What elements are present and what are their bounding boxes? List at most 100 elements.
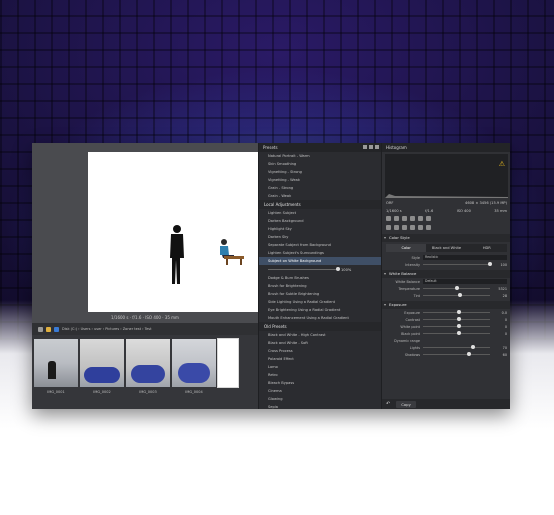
exposure-slider[interactable] (423, 352, 490, 356)
temperature-label: Temperature (398, 286, 420, 291)
style-select[interactable]: Realistic (423, 255, 507, 260)
tint-slider[interactable] (423, 293, 490, 297)
preset-item[interactable]: Grain - Weak (259, 192, 382, 200)
temperature-row: Temperature 5321 (382, 285, 510, 292)
exposure-slider[interactable] (423, 310, 490, 314)
exposure-slider[interactable] (423, 317, 490, 321)
thumbnail-caption: IMG_0004 (185, 390, 203, 394)
brush-icon[interactable] (394, 225, 399, 230)
preset-item[interactable]: Darken Sky (259, 233, 382, 241)
preset-item[interactable]: Mouth Enhancement Using a Radial Gradien… (259, 314, 382, 322)
retouch-icon[interactable] (418, 225, 423, 230)
preset-item[interactable]: Black and White - High Contrast (259, 331, 382, 339)
preset-item[interactable]: Glowing (259, 395, 382, 403)
temperature-value: 5321 (498, 286, 507, 291)
tab-hdr[interactable]: HDR (467, 244, 507, 252)
radial-icon[interactable] (410, 225, 415, 230)
exposure-value: 60 (502, 352, 507, 357)
preset-item[interactable]: Darken Background (259, 217, 382, 225)
monitor-icon[interactable] (54, 326, 59, 332)
rotate-left-icon[interactable] (386, 216, 391, 221)
preset-item[interactable]: Black and White - Soft (259, 339, 382, 347)
rotate-right-icon[interactable] (394, 216, 399, 221)
preset-item[interactable]: Natural Portrait - Warm (259, 152, 382, 160)
preset-item[interactable]: Dodge & Burn Brushes (259, 274, 382, 282)
add-preset-icon[interactable] (363, 145, 367, 149)
tools-panel: Histogram ⚠ ORF 4608 × 3456 (15.9 MP) 1/… (381, 143, 510, 409)
undo-icon[interactable] (369, 145, 373, 149)
exif-size: 4608 × 3456 (15.9 MP) (465, 201, 507, 205)
tint-row: Tint 28 (382, 292, 510, 299)
group-local-adjustments[interactable]: Local Adjustments (259, 200, 382, 209)
intensity-slider[interactable] (423, 262, 492, 266)
color-style-header[interactable]: Color Style (382, 234, 510, 242)
photo-canvas[interactable] (88, 152, 258, 312)
undo-icon[interactable]: ↶ (386, 401, 390, 407)
temperature-slider[interactable] (423, 286, 490, 290)
exposure-slider[interactable] (423, 324, 490, 328)
exposure-value: 0 (504, 324, 507, 329)
grid-icon[interactable] (38, 326, 43, 332)
exposure-slider[interactable] (423, 345, 490, 349)
style-label: Style (411, 255, 420, 260)
straighten-icon[interactable] (410, 216, 415, 221)
menu-icon[interactable] (375, 145, 379, 149)
copy-button[interactable]: Copy (396, 400, 416, 408)
preset-amount-row: 100% (259, 265, 382, 274)
preset-item[interactable]: Grain - Strong (259, 184, 382, 192)
intensity-value: 100 (500, 262, 507, 267)
preset-item[interactable]: Vignetting - Weak (259, 176, 382, 184)
compare-icon[interactable] (426, 216, 431, 221)
tool-row (382, 214, 510, 223)
thumbnail[interactable]: IMG_0004 (172, 339, 216, 409)
preset-item[interactable]: Skin Smoothing (259, 160, 382, 168)
preset-item[interactable]: Retro (259, 371, 382, 379)
preset-item[interactable]: Separate Subject from Background (259, 241, 382, 249)
exposure-label: Lights (409, 345, 420, 350)
preset-item[interactable]: Lighten Subject (259, 209, 382, 217)
thumbnail[interactable]: IMG_0002 (80, 339, 124, 409)
exposure-slider[interactable] (423, 331, 490, 335)
preset-item[interactable]: Lomo (259, 363, 382, 371)
crop-icon[interactable] (402, 216, 407, 221)
folder-icon[interactable] (46, 326, 51, 332)
eyedropper-icon[interactable] (426, 225, 431, 230)
exposure-header[interactable]: Exposure (382, 301, 510, 309)
preset-item[interactable]: Polaroid Effect (259, 355, 382, 363)
preset-item[interactable]: Sepia (259, 403, 382, 409)
preset-item[interactable]: Cinema (259, 387, 382, 395)
thumbnail-selected[interactable] (217, 338, 239, 409)
thumbnail[interactable]: IMG_0003 (126, 339, 170, 409)
preset-item[interactable]: Lighten Subject's Surroundings (259, 249, 382, 257)
exposure-row: Black point 0 (382, 330, 510, 337)
preset-item[interactable]: Bleach Bypass (259, 379, 382, 387)
gradient-icon[interactable] (402, 225, 407, 230)
preset-item[interactable]: Side Lighting Using a Radial Gradient (259, 298, 382, 306)
select-icon[interactable] (386, 225, 391, 230)
flip-icon[interactable] (418, 216, 423, 221)
presets-panel: Presets Natural Portrait - Warm Skin Smoo… (258, 143, 382, 409)
exposure-value: 0.0 (501, 310, 507, 315)
preset-item[interactable]: Vignetting - Strong (259, 168, 382, 176)
tab-black-and-white[interactable]: Black and White (426, 244, 466, 252)
preset-item[interactable]: Brush for Subtle Brightening (259, 290, 382, 298)
preset-item[interactable]: Highlight Sky (259, 225, 382, 233)
white-balance-select[interactable]: Default (423, 279, 507, 284)
thumbnail-caption: IMG_0002 (93, 390, 111, 394)
sitting-person-on-bench (220, 239, 244, 265)
intensity-row: Intensity 100 (382, 261, 510, 268)
preset-item[interactable]: Subject on White Background (259, 257, 382, 265)
group-old-presets[interactable]: Old Presets (259, 322, 382, 331)
app-window: 1/1600 s · f/1.6 · ISO 400 · 35 mm Disk … (32, 143, 510, 409)
preset-item[interactable]: Eye Brightening Using a Radial Gradient (259, 306, 382, 314)
exposure-value: 0 (504, 317, 507, 322)
tab-color[interactable]: Color (386, 244, 427, 252)
thumbnail[interactable]: IMG_0001 (34, 339, 78, 409)
exif-focal: 35 mm (494, 209, 507, 213)
thumbnail-caption: IMG_0003 (139, 390, 157, 394)
breadcrumb[interactable]: Disk (C:) › Users › user › Pictures › Zo… (62, 327, 151, 331)
preset-item[interactable]: Brush for Brightening (259, 282, 382, 290)
preset-amount-slider[interactable] (268, 267, 340, 271)
white-balance-header[interactable]: White Balance (382, 270, 510, 278)
preset-item[interactable]: Cross Process (259, 347, 382, 355)
